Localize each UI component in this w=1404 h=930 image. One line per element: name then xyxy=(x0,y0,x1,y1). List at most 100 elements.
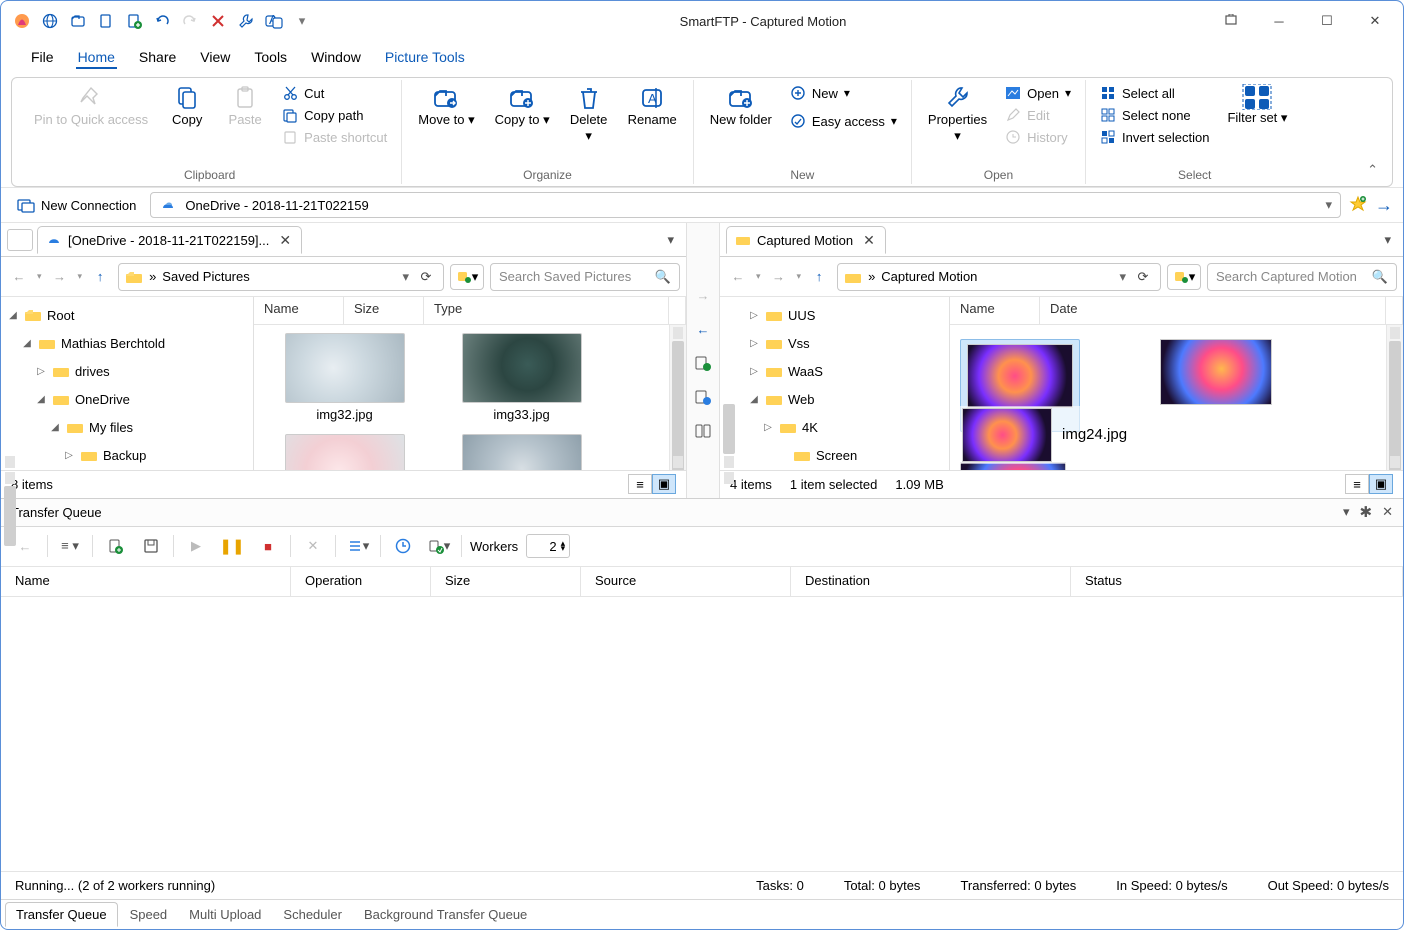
tq-play-icon[interactable]: ▶ xyxy=(182,533,210,559)
back-icon[interactable]: ← xyxy=(7,265,31,289)
tq-filter-icon[interactable]: ▾ xyxy=(425,533,453,559)
open-button[interactable]: Open ▾ xyxy=(1001,82,1075,104)
go-arrow-icon[interactable]: → xyxy=(1375,195,1393,216)
tq-columns[interactable]: Name Operation Size Source Destination S… xyxy=(1,567,1403,597)
tree-node[interactable]: ▷WaaS xyxy=(720,357,949,385)
tree-node[interactable]: ▷drives xyxy=(1,357,253,385)
tree-node[interactable]: ◢OneDrive xyxy=(1,385,253,413)
tq-save-icon[interactable] xyxy=(137,533,165,559)
new-file-plus-icon[interactable] xyxy=(121,8,147,34)
open-icon[interactable] xyxy=(65,8,91,34)
right-tab[interactable]: Captured Motion✕ xyxy=(726,226,886,254)
qat-more-icon[interactable]: ▾ xyxy=(289,8,315,34)
tree-node[interactable]: ▷4K xyxy=(720,413,949,441)
tree-node[interactable]: touchkeyboard xyxy=(720,469,949,470)
tq-options-icon[interactable]: ▾ xyxy=(344,533,372,559)
left-breadcrumb[interactable]: »Saved Pictures▾⟳ xyxy=(118,263,444,291)
select-all-button[interactable]: Select all xyxy=(1096,82,1213,104)
menu-tools[interactable]: Tools xyxy=(252,45,289,69)
properties-button[interactable]: Properties▾ xyxy=(922,82,993,145)
file-thumb[interactable]: img33.jpg xyxy=(439,333,604,422)
ribbon-collapse-icon[interactable]: ⌃ xyxy=(1367,162,1378,178)
edit-button[interactable]: Edit xyxy=(1001,104,1075,126)
file-thumb[interactable]: img34.jpg xyxy=(262,434,427,470)
up-icon[interactable]: ↑ xyxy=(807,265,831,289)
pin-to-quick-access-button[interactable]: Pin to Quick access xyxy=(28,82,154,130)
minimize-button[interactable]: ─ xyxy=(1259,6,1299,36)
refresh-icon[interactable]: ⟳ xyxy=(415,269,437,285)
transfer-left-icon[interactable]: ← xyxy=(691,317,715,341)
tree-node[interactable]: ◢Mathias Berchtold xyxy=(1,329,253,357)
tree-node[interactable]: Screen xyxy=(720,441,949,469)
rename-button[interactable]: ARename xyxy=(622,82,683,130)
file-thumb[interactable] xyxy=(1160,339,1272,405)
tree-node[interactable]: ◢Root xyxy=(1,301,253,329)
forward-icon[interactable]: → xyxy=(48,265,72,289)
menu-view[interactable]: View xyxy=(198,45,232,69)
tq-close-icon[interactable]: ✕ xyxy=(1382,504,1393,520)
tq-stop-icon[interactable]: ■ xyxy=(254,533,282,559)
tq-pause-icon[interactable]: ❚❚ xyxy=(218,533,246,559)
bottom-tab[interactable]: Speed xyxy=(120,903,178,926)
tools-icon[interactable] xyxy=(233,8,259,34)
scrollbar[interactable] xyxy=(1386,325,1403,470)
tag-button[interactable]: ▾ xyxy=(450,264,484,290)
tq-dropdown-icon[interactable]: ▾ xyxy=(1343,504,1350,520)
tabs-dropdown-icon[interactable]: ▾ xyxy=(1384,232,1391,248)
new-file-icon[interactable] xyxy=(93,8,119,34)
menu-share[interactable]: Share xyxy=(137,45,178,69)
new-folder-button[interactable]: New folder xyxy=(704,82,778,130)
tree-node[interactable]: ◢Bilder xyxy=(1,469,253,470)
sync-icon[interactable] xyxy=(691,351,715,375)
tree-node[interactable]: ▷Backup xyxy=(1,441,253,469)
tq-remove-icon[interactable]: ✕ xyxy=(299,533,327,559)
copy-to-button[interactable]: Copy to ▾ xyxy=(489,82,556,130)
right-search[interactable]: Search Captured Motion🔍 xyxy=(1207,263,1397,291)
view-thumb-icon[interactable]: ▣ xyxy=(1369,474,1393,494)
tree-node[interactable]: ▷Vss xyxy=(720,329,949,357)
app-icon[interactable] xyxy=(9,8,35,34)
window-pin-icon[interactable] xyxy=(1211,6,1251,36)
bottom-tab[interactable]: Transfer Queue xyxy=(5,902,118,927)
move-to-button[interactable]: Move to ▾ xyxy=(412,82,480,130)
sync2-icon[interactable] xyxy=(691,385,715,409)
close-button[interactable]: ✕ xyxy=(1355,6,1395,36)
menu-window[interactable]: Window xyxy=(309,45,363,69)
left-column-headers[interactable]: Name Size Type xyxy=(254,297,686,325)
bottom-tab[interactable]: Scheduler xyxy=(273,903,352,926)
panel-options-icon[interactable] xyxy=(7,229,33,251)
transfer-right-icon[interactable]: → xyxy=(691,283,715,307)
compare-icon[interactable] xyxy=(691,419,715,443)
favorite-icon[interactable] xyxy=(1349,195,1367,216)
copy-path-button[interactable]: Copy path xyxy=(278,104,391,126)
tq-pin-icon[interactable]: ✱ xyxy=(1360,503,1373,521)
new-item-button[interactable]: New ▾ xyxy=(786,82,901,104)
scrollbar[interactable] xyxy=(669,325,686,470)
filter-set-button[interactable]: Filter set ▾ xyxy=(1221,82,1293,128)
bottom-tab[interactable]: Multi Upload xyxy=(179,903,271,926)
undo-icon[interactable] xyxy=(149,8,175,34)
delete-button[interactable]: Delete▾ xyxy=(564,82,614,145)
cut-button[interactable]: Cut xyxy=(278,82,391,104)
tabs-dropdown-icon[interactable]: ▾ xyxy=(667,232,674,248)
tq-schedule-icon[interactable] xyxy=(389,533,417,559)
workers-input[interactable]: 2▴▾ xyxy=(526,534,570,558)
history-button[interactable]: History xyxy=(1001,126,1075,148)
menu-home[interactable]: Home xyxy=(76,45,117,69)
menu-picture-tools[interactable]: Picture Tools xyxy=(383,45,467,69)
right-breadcrumb[interactable]: »Captured Motion▾⟳ xyxy=(837,263,1161,291)
up-icon[interactable]: ↑ xyxy=(88,265,112,289)
close-icon[interactable]: ✕ xyxy=(863,232,875,249)
left-search[interactable]: Search Saved Pictures🔍 xyxy=(490,263,680,291)
menu-file[interactable]: File xyxy=(29,45,56,69)
refresh-icon[interactable]: ⟳ xyxy=(1132,269,1154,285)
file-thumb[interactable]: img32.jpg xyxy=(262,333,427,422)
paste-shortcut-button[interactable]: Paste shortcut xyxy=(278,126,391,148)
tree-node[interactable]: ◢Web xyxy=(720,385,949,413)
tq-add-file-icon[interactable] xyxy=(101,533,129,559)
maximize-button[interactable]: ☐ xyxy=(1307,6,1347,36)
globe-icon[interactable] xyxy=(37,8,63,34)
left-tab[interactable]: [OneDrive - 2018-11-21T022159]...✕ xyxy=(37,226,302,254)
forward-icon[interactable]: → xyxy=(767,265,791,289)
view-list-icon[interactable]: ≡ xyxy=(1345,474,1369,494)
